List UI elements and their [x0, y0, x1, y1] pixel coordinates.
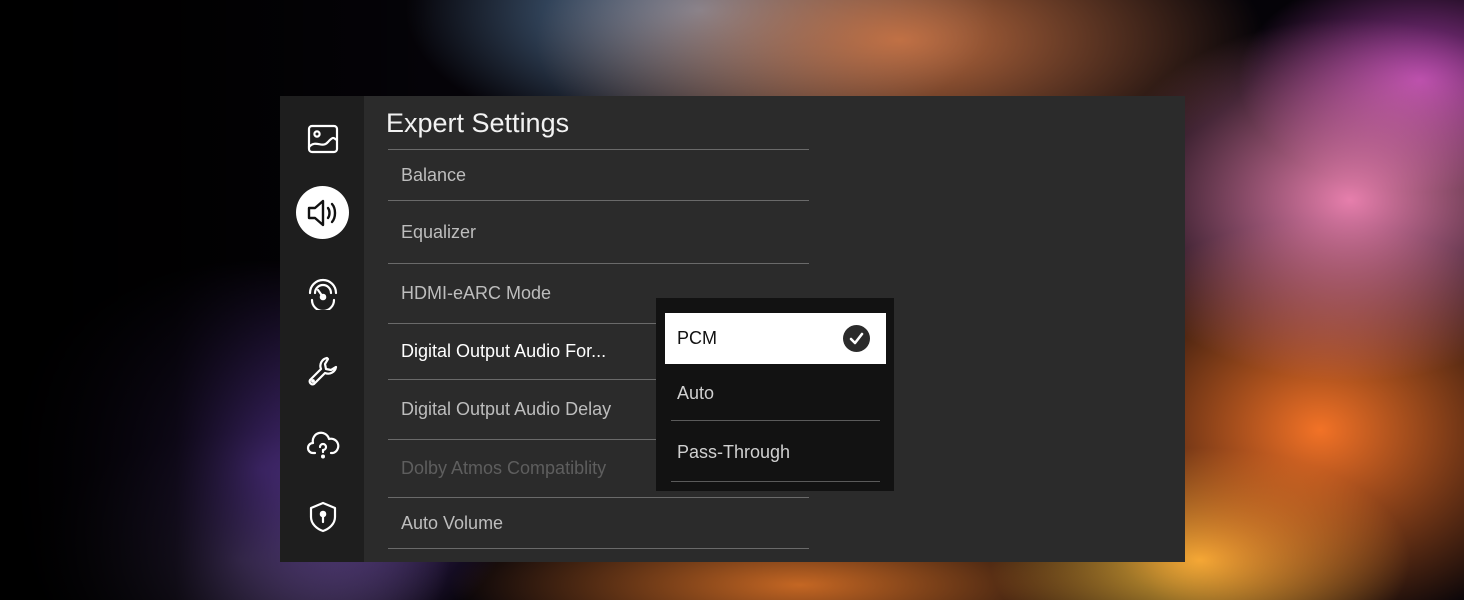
- sidebar-item-support[interactable]: [296, 418, 349, 471]
- sidebar-item-system[interactable]: [296, 344, 349, 397]
- dropdown-option-pass-through[interactable]: Pass-Through: [671, 424, 880, 482]
- menu-item-label: Equalizer: [401, 221, 477, 242]
- option-label: Auto: [677, 382, 715, 403]
- sound-icon: [307, 199, 336, 226]
- sidebar-item-privacy[interactable]: [296, 490, 349, 543]
- menu-item-label: HDMI-eARC Mode: [401, 283, 552, 303]
- menu-item-label: Balance: [401, 164, 467, 185]
- menu-item-auto-volume[interactable]: Auto Volume: [388, 497, 809, 549]
- menu-item-label: Digital Output Audio Delay: [401, 399, 612, 419]
- option-label: Pass-Through: [677, 442, 791, 462]
- dropdown-option-pcm[interactable]: PCM: [665, 313, 886, 364]
- menu-item-label: Auto Volume: [401, 512, 504, 533]
- picture-icon: [307, 124, 338, 153]
- sidebar-item-network[interactable]: [296, 266, 349, 319]
- sidebar-item-sound[interactable]: [296, 186, 349, 239]
- cloud-help-icon: [306, 431, 339, 459]
- audio-format-dropdown: PCM Auto Pass-Through: [656, 298, 894, 491]
- wrench-icon: [308, 356, 337, 385]
- dropdown-option-auto[interactable]: Auto: [671, 366, 880, 421]
- settings-category-rail: [280, 96, 364, 562]
- network-icon: [308, 278, 337, 310]
- page-title: Expert Settings: [386, 108, 570, 138]
- shield-icon: [309, 501, 336, 532]
- menu-item-label: Digital Output Audio For...: [401, 341, 607, 361]
- checkmark-icon: [843, 325, 870, 352]
- menu-item-label: Dolby Atmos Compatiblity: [401, 458, 607, 478]
- menu-item-balance[interactable]: Balance: [388, 149, 809, 200]
- sidebar-item-picture[interactable]: [296, 112, 349, 165]
- menu-item-equalizer[interactable]: Equalizer: [388, 200, 809, 263]
- option-label: PCM: [677, 328, 717, 348]
